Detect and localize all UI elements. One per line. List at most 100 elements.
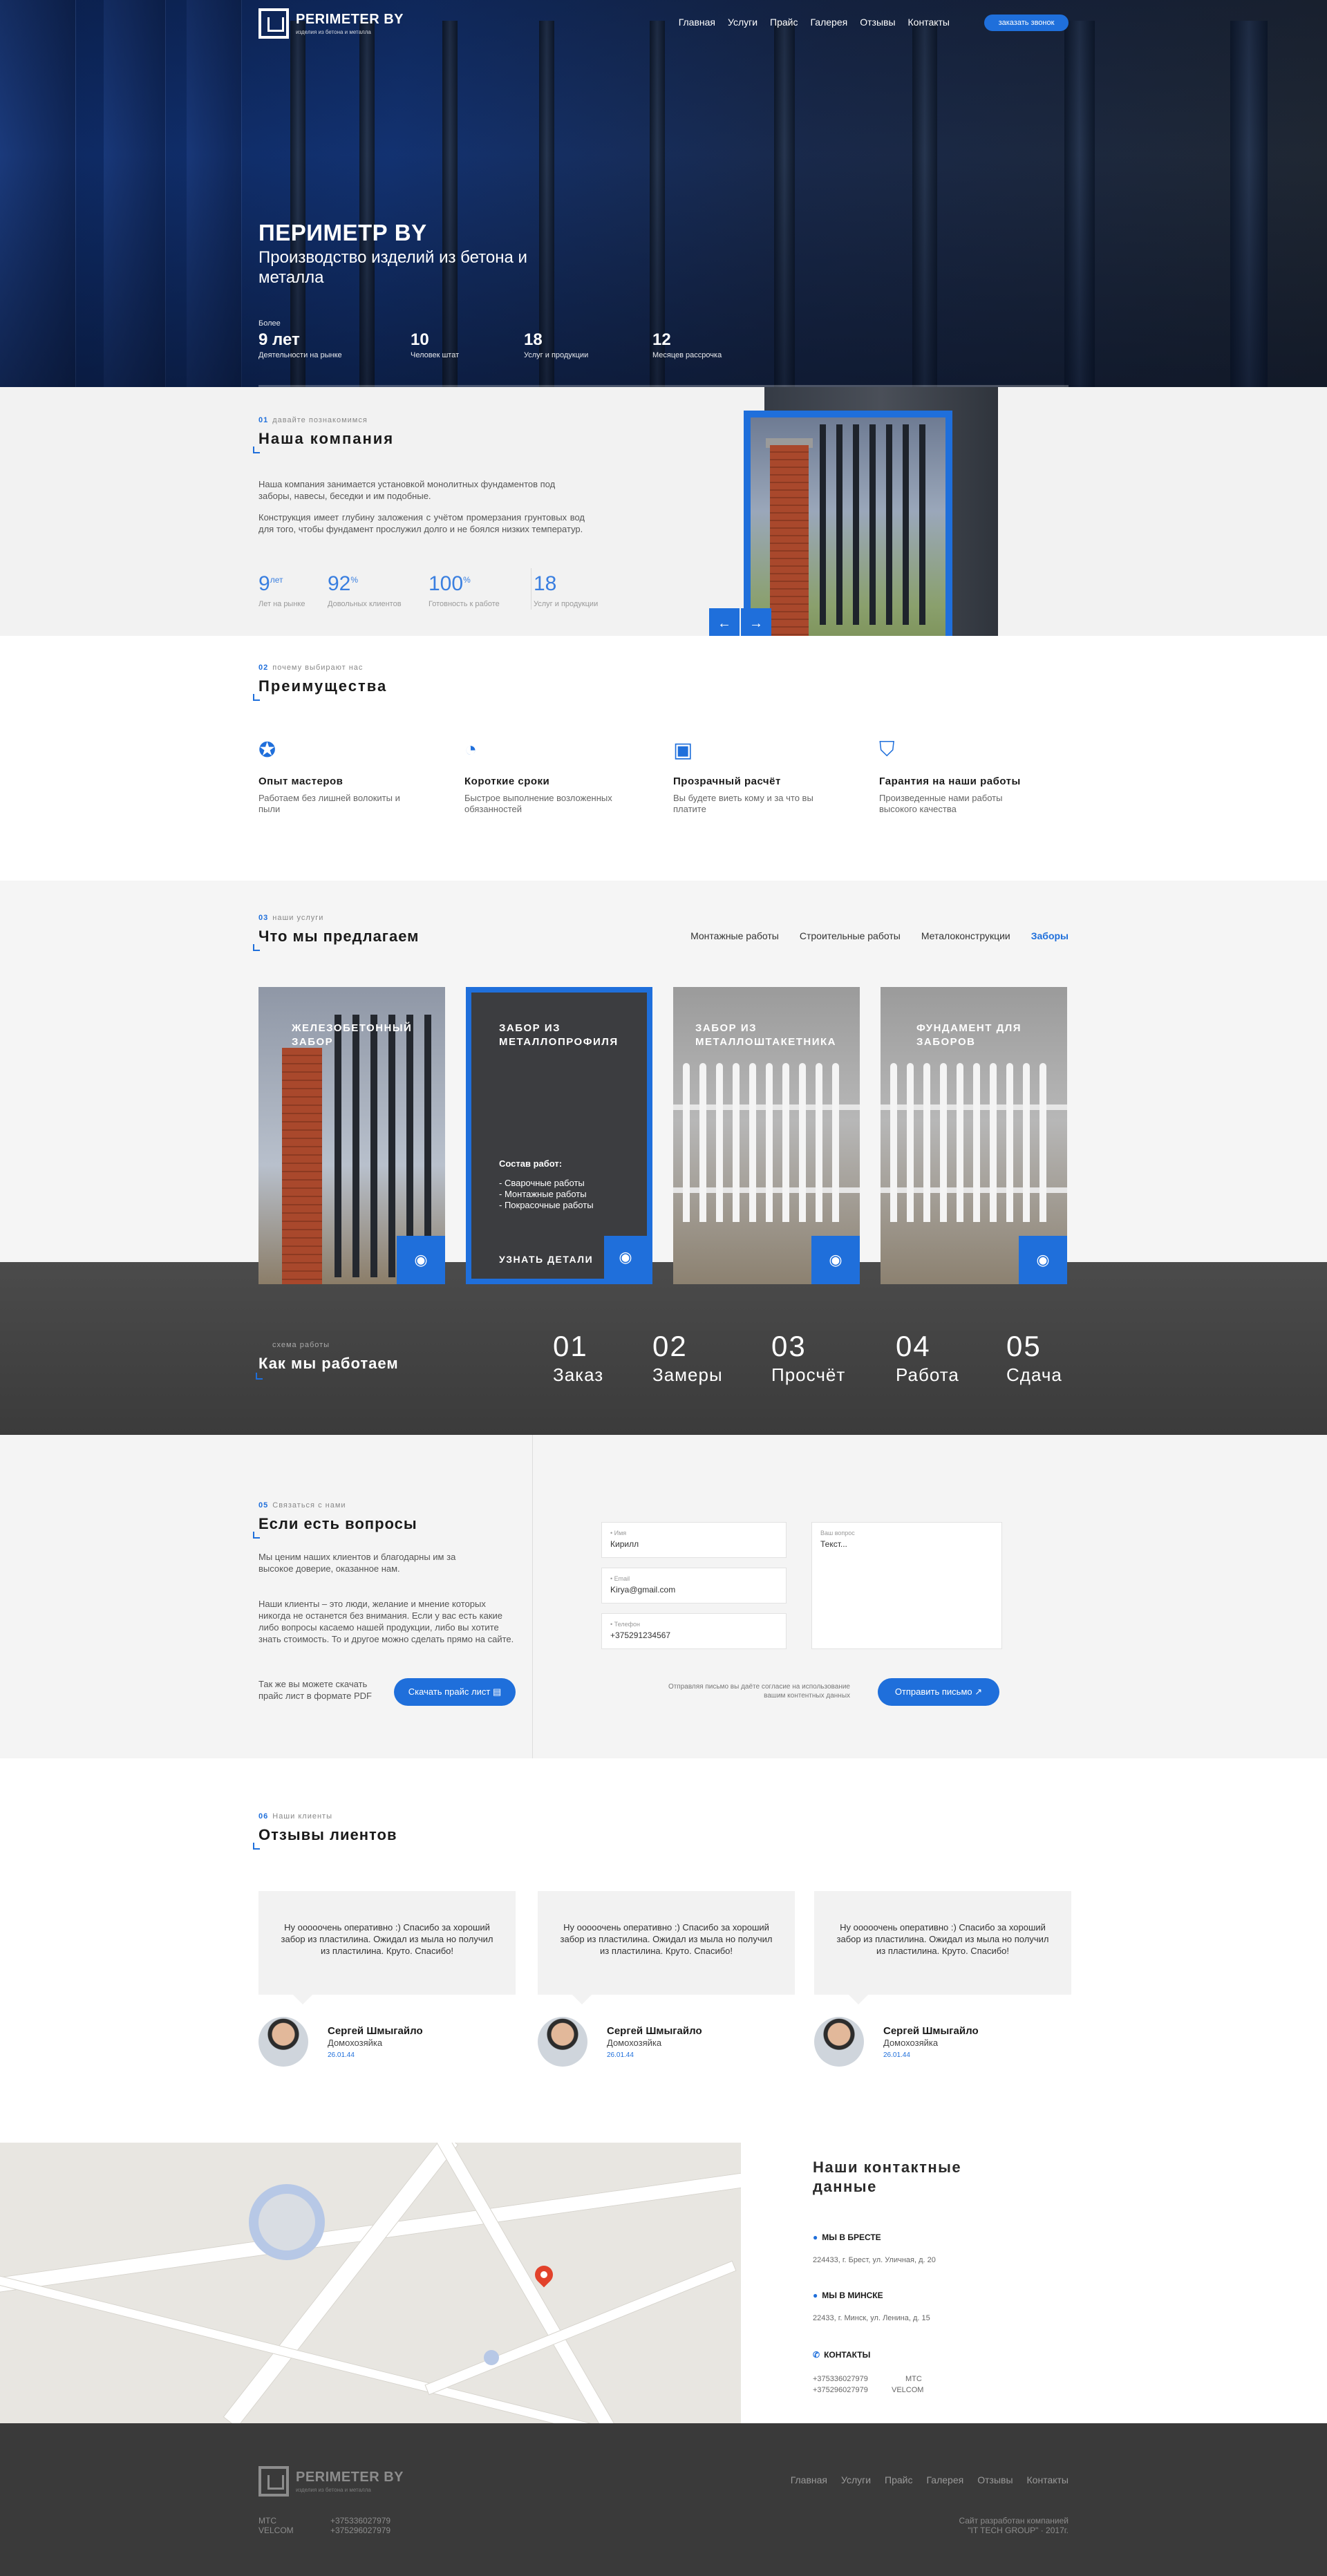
services-tabs: Монтажные работы Строительные работы Мет…: [690, 930, 1069, 941]
brest-address: 224433, г. Брест, ул. Уличная, д. 20: [813, 2256, 936, 2264]
map[interactable]: [0, 2143, 741, 2423]
picket: [940, 1063, 947, 1222]
email-field[interactable]: • Email Kirya@gmail.com: [601, 1568, 787, 1604]
field-label: • Телефон: [610, 1621, 640, 1628]
stat-label: Лет на рынке: [258, 600, 305, 608]
process-step: 01 Заказ: [553, 1330, 603, 1386]
step-label: Заказ: [553, 1364, 604, 1385]
map-road: [436, 2143, 628, 2423]
question-textarea[interactable]: Ваш вопрос Текст...: [811, 1522, 1002, 1649]
view-eye-icon[interactable]: ◉: [604, 1236, 647, 1279]
field-label: • Имя: [610, 1530, 627, 1536]
service-card[interactable]: ФУНДАМЕНТ ДЛЯ ЗАБОРОВ ◉: [881, 987, 1067, 1284]
hero-subtitle: Производство изделий из бетона и металла: [258, 248, 527, 287]
logo-subtitle: изделия из бетона и металла: [296, 29, 371, 35]
learn-more-link[interactable]: УЗНАТЬ ДЕТАЛИ: [499, 1254, 593, 1265]
review-text: Ну ооооочень оперативно :) Спасибо за хо…: [814, 1891, 1071, 2004]
footer-phone-1[interactable]: +375336027979: [330, 2516, 390, 2526]
field-label: Ваш вопрос: [820, 1530, 855, 1536]
footer-nav-home[interactable]: Главная: [791, 2474, 827, 2485]
nav-contacts[interactable]: Контакты: [908, 17, 950, 28]
picket: [923, 1063, 930, 1222]
tab-metal[interactable]: Металоконструкции: [921, 930, 1010, 941]
details-item: - Монтажные работы: [499, 1189, 587, 1199]
footer-nav-services[interactable]: Услуги: [841, 2474, 871, 2485]
view-eye-icon[interactable]: ◉: [397, 1236, 445, 1284]
footer-nav-reviews[interactable]: Отзывы: [977, 2474, 1013, 2485]
fence-slat: [335, 1015, 341, 1277]
tab-mounting[interactable]: Монтажные работы: [690, 930, 779, 941]
stat-suffix: %: [463, 575, 471, 585]
service-card-active[interactable]: ЗАБОР ИЗ МЕТАЛЛОПРОФИЛЯ Состав работ: - …: [466, 987, 652, 1284]
stat-suffix: %: [350, 575, 359, 585]
footer-nav-price[interactable]: Прайс: [885, 2474, 912, 2485]
picket: [907, 1063, 914, 1222]
phone-2[interactable]: +375296027979: [813, 2385, 868, 2396]
footer-phone-2[interactable]: +375296027979: [330, 2526, 390, 2535]
bracket-decoration: [256, 1373, 263, 1380]
map-pin-icon[interactable]: [531, 2262, 557, 2288]
footer: PERIMETER BY изделия из бетона и металла…: [0, 2423, 1327, 2576]
review-date: 26.01.44: [883, 2051, 910, 2059]
nav-services[interactable]: Услуги: [728, 17, 757, 28]
hero-stat: 18 Услуг и продукции: [524, 319, 588, 359]
view-eye-icon[interactable]: ◉: [811, 1236, 860, 1284]
advantage-desc: Быстрое выполнение возложенных обязаннос…: [464, 793, 612, 814]
section-heading: 03 наши услуги Что мы предлагаем: [258, 914, 419, 946]
advantage-title: Короткие сроки: [464, 775, 550, 787]
contact-text-2: Наши клиенты – это люди, желание и мнени…: [258, 1599, 514, 1644]
tab-construction[interactable]: Строительные работы: [800, 930, 901, 941]
footer-nav-gallery[interactable]: Галерея: [927, 2474, 964, 2485]
review-date: 26.01.44: [607, 2051, 634, 2059]
company-stat: 100% Готовность к работе: [429, 572, 500, 608]
copyright-line-2: "IT TECH GROUP" · 2017г.: [968, 2526, 1069, 2535]
prev-arrow-button[interactable]: ←: [709, 608, 740, 636]
picket: [890, 1063, 897, 1222]
next-arrow-button[interactable]: →: [741, 608, 771, 636]
step-label: Сдача: [1006, 1364, 1062, 1385]
hero-stat-label: Деятельности на рынке: [258, 351, 342, 359]
fence-slat: [388, 1015, 395, 1277]
service-card-title: ФУНДАМЕНТ ДЛЯ ЗАБОРОВ: [916, 1022, 1022, 1048]
fence-slat: [853, 424, 859, 625]
service-card-title: ЖЕЛЕЗОБЕТОННЫЙ ЗАБОР: [292, 1022, 413, 1048]
nav-price[interactable]: Прайс: [770, 17, 798, 28]
section-title: Преимущества: [258, 677, 388, 695]
field-value: Кирилл: [610, 1539, 639, 1549]
reviews-section: 06 Наши клиенты Отзывы лиентов Ну оооооче…: [0, 1758, 1327, 2143]
reviewer-name: Сергей Шмыгайло: [607, 2025, 702, 2037]
picket: [699, 1063, 706, 1222]
picket: [973, 1063, 980, 1222]
logo[interactable]: PERIMETER BY изделия из бетона и металла: [258, 8, 404, 39]
section-number: 01: [258, 416, 269, 424]
send-message-button[interactable]: Отправить письмо ↗: [878, 1678, 999, 1706]
call-request-button[interactable]: заказать звонок: [984, 15, 1069, 31]
step-number: 04: [896, 1330, 931, 1362]
service-card[interactable]: ЖЕЛЕЗОБЕТОННЫЙ ЗАБОР ◉: [258, 987, 445, 1284]
nav-reviews[interactable]: Отзывы: [860, 17, 895, 28]
picket: [832, 1063, 839, 1222]
name-field[interactable]: • Имя Кирилл: [601, 1522, 787, 1558]
footer-operators: МТС VELCOM: [258, 2516, 294, 2535]
phone-field[interactable]: • Телефон +375291234567: [601, 1613, 787, 1649]
tab-fences[interactable]: Заборы: [1031, 930, 1069, 941]
view-eye-icon[interactable]: ◉: [1019, 1236, 1067, 1284]
company-section: 01 давайте познакомимся Наша компания Наш…: [0, 387, 1327, 636]
hero-stat-num: 9 лет: [258, 330, 300, 349]
reviewer-role: Домохозяйка: [883, 2038, 939, 2048]
service-card[interactable]: ЗАБОР ИЗ МЕТАЛЛОШТАКЕТНИКА ◉: [673, 987, 860, 1284]
footer-logo[interactable]: PERIMETER BY изделия из бетона и металла: [258, 2466, 404, 2497]
phone-1[interactable]: +375336027979: [813, 2373, 868, 2385]
download-price-button[interactable]: Скачать прайс лист ▤: [394, 1678, 516, 1706]
contact-text-1: Мы ценим наших клиентов и благодарны им …: [258, 1552, 456, 1574]
nav-home[interactable]: Главная: [679, 17, 715, 28]
stat-number: 100: [429, 572, 464, 595]
main-nav: Главная Услуги Прайс Галерея Отзывы Конт…: [679, 17, 950, 28]
hero-stat: 12 Месяцев рассрочка: [652, 319, 722, 359]
footer-nav-contacts[interactable]: Контакты: [1027, 2474, 1069, 2485]
service-card-title: ЗАБОР ИЗ МЕТАЛЛОПРОФИЛЯ: [499, 1022, 619, 1048]
fence-slat: [352, 1015, 359, 1277]
nav-gallery[interactable]: Галерея: [811, 17, 848, 28]
picket: [749, 1063, 756, 1222]
section-heading: 01 давайте познакомимся Наша компания: [258, 416, 394, 448]
